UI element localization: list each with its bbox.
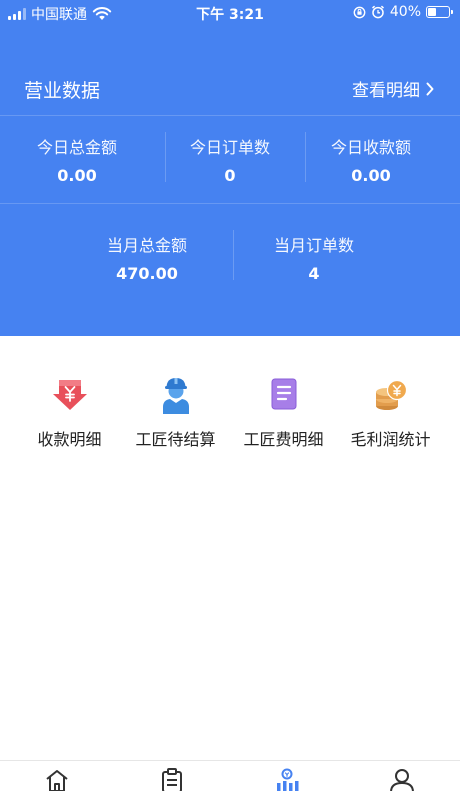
- quick-action-payment-details[interactable]: 收款明细: [12, 376, 127, 450]
- stat-value: 4: [308, 264, 320, 283]
- status-right: 40%: [353, 4, 453, 20]
- red-arrow-yen-icon: [52, 380, 87, 410]
- tab-profile[interactable]: [389, 768, 419, 791]
- stat-today-received-amount: 今日收款额 0.00: [306, 134, 436, 185]
- quick-actions: 收款明细 工匠待结算 工匠费明细 毛利润统计: [0, 376, 460, 456]
- header-row: 营业数据 查看明细: [0, 66, 460, 110]
- home-icon: [46, 770, 68, 791]
- coins-yen-icon: [375, 379, 407, 410]
- battery-level-fill: [428, 8, 436, 16]
- stat-label: 今日订单数: [189, 138, 270, 157]
- orientation-lock-icon: [353, 6, 366, 18]
- list-icon: [162, 768, 182, 791]
- stat-today-order-count: 今日订单数 0: [165, 134, 295, 185]
- stats-icon: [277, 768, 299, 791]
- battery-icon: [426, 6, 453, 18]
- quick-action-fee-details[interactable]: 工匠费明细: [226, 376, 341, 450]
- stat-value: 0.00: [57, 166, 97, 185]
- stat-label: 今日收款额: [330, 138, 411, 157]
- stat-label: 当月订单数: [273, 236, 354, 255]
- divider: [233, 230, 234, 280]
- stat-month-order-count: 当月订单数 4: [249, 232, 379, 283]
- quick-action-gross-profit[interactable]: 毛利润统计: [333, 376, 448, 450]
- divider: [0, 115, 460, 116]
- stat-label: 今日总金额: [36, 138, 117, 157]
- tab-orders[interactable]: [159, 768, 189, 791]
- document-icon: [271, 378, 296, 410]
- stat-value: 470.00: [116, 264, 178, 283]
- tab-home[interactable]: [44, 768, 74, 791]
- quick-action-label: 收款明细: [37, 430, 102, 449]
- quick-action-label: 工匠待结算: [135, 430, 216, 449]
- worker-icon: [162, 378, 189, 414]
- battery-percent: 40%: [389, 4, 421, 20]
- quick-action-pending-settlement[interactable]: 工匠待结算: [118, 376, 233, 450]
- stat-value: 0: [224, 166, 236, 185]
- stat-label: 当月总金额: [106, 236, 187, 255]
- quick-action-label: 工匠费明细: [243, 430, 324, 449]
- business-data-panel: 中国联通 下午 3:21 40% 营业数据 查看明细 今日总金额 0.00 今日…: [0, 0, 460, 336]
- divider: [0, 203, 460, 204]
- status-bar: 中国联通 下午 3:21 40%: [0, 0, 460, 26]
- tab-statistics[interactable]: [274, 768, 304, 791]
- stat-month-total-amount: 当月总金额 470.00: [82, 232, 212, 283]
- bottom-tab-bar: [0, 760, 460, 791]
- stat-value: 0.00: [351, 166, 391, 185]
- alarm-icon: [371, 5, 384, 19]
- user-icon: [390, 769, 414, 791]
- view-detail-label: 查看明细: [352, 81, 420, 101]
- page-title: 营业数据: [24, 80, 101, 102]
- chevron-right-icon: [426, 82, 434, 95]
- quick-action-label: 毛利润统计: [350, 430, 431, 449]
- stat-today-total-amount: 今日总金额 0.00: [12, 134, 142, 185]
- view-detail-link[interactable]: 查看明细: [352, 76, 434, 101]
